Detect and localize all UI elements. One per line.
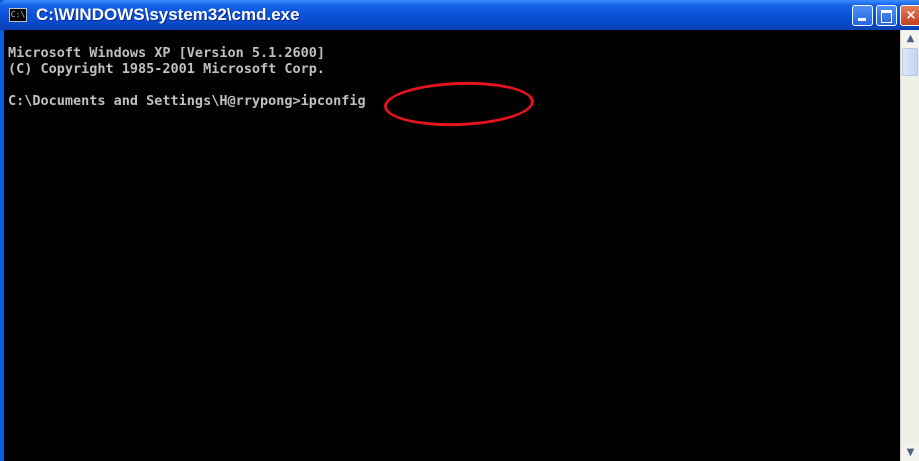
window-title: C:\WINDOWS\system32\cmd.exe xyxy=(36,5,300,24)
scroll-up-arrow-icon[interactable]: ▲ xyxy=(902,30,919,47)
annotation-ellipse xyxy=(383,79,535,129)
maximize-icon xyxy=(881,10,892,23)
close-button[interactable]: × xyxy=(900,5,919,26)
minimize-button[interactable] xyxy=(852,5,873,26)
scroll-thumb[interactable] xyxy=(902,48,918,76)
maximize-button[interactable] xyxy=(876,5,897,26)
console-app-icon[interactable]: C:\ xyxy=(9,8,27,22)
minimize-icon xyxy=(858,18,866,21)
title-bar[interactable]: C:\ C:\WINDOWS\system32\cmd.exe × xyxy=(0,0,919,30)
close-icon: × xyxy=(905,8,917,23)
vertical-scrollbar[interactable]: ▲ ▼ xyxy=(900,30,919,461)
console-line-command: C:\Documents and Settings\H@rrypong>ipco… xyxy=(8,93,366,109)
console-line-version: Microsoft Windows XP [Version 5.1.2600] xyxy=(8,45,325,61)
console-line-copyright: (C) Copyright 1985-2001 Microsoft Corp. xyxy=(8,61,325,77)
console-output[interactable]: Microsoft Windows XP [Version 5.1.2600] … xyxy=(4,30,900,461)
cmd-window: C:\ C:\WINDOWS\system32\cmd.exe × Micros… xyxy=(0,0,919,461)
scroll-down-arrow-icon[interactable]: ▼ xyxy=(902,444,919,461)
